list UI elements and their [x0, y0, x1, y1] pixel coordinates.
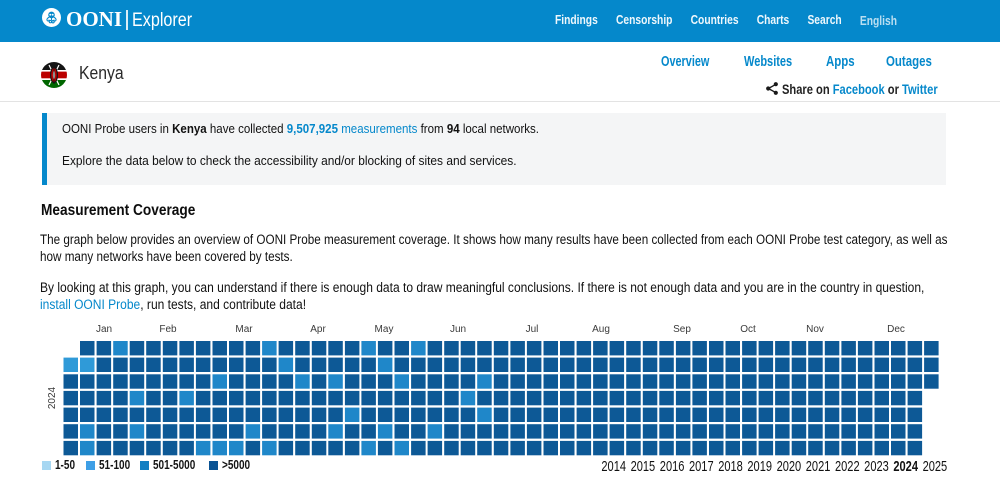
svg-text:May: May — [375, 324, 394, 335]
svg-text:Nov: Nov — [806, 324, 824, 335]
svg-text:Jul: Jul — [526, 324, 539, 335]
svg-text:Feb: Feb — [159, 324, 177, 335]
svg-text:2024: 2024 — [47, 386, 58, 409]
svg-text:Oct: Oct — [740, 324, 756, 335]
svg-text:Mar: Mar — [235, 324, 253, 335]
svg-text:Jan: Jan — [96, 324, 112, 335]
svg-text:Jun: Jun — [450, 324, 466, 335]
svg-text:Aug: Aug — [592, 324, 610, 335]
svg-text:Apr: Apr — [310, 324, 326, 335]
svg-text:Dec: Dec — [887, 324, 905, 335]
svg-text:Sep: Sep — [673, 324, 691, 335]
